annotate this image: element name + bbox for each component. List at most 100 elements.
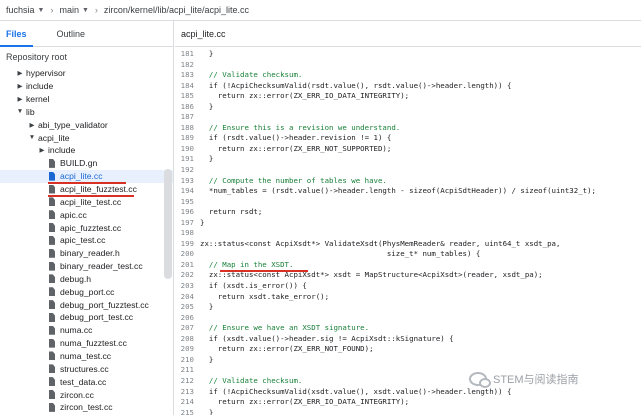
chevron-right-icon[interactable]: ▶ bbox=[38, 146, 46, 154]
tree-folder[interactable]: ▶ hypervisor bbox=[0, 67, 173, 80]
file-icon bbox=[48, 197, 56, 206]
tree-folder[interactable]: ▼ lib bbox=[0, 106, 173, 119]
tree-file[interactable]: zircon_test.cc bbox=[0, 401, 173, 414]
code-line: 190 return zx::error(ZX_ERR_NOT_SUPPORTE… bbox=[175, 144, 641, 155]
tree-file[interactable]: numa.cc bbox=[0, 324, 173, 337]
tree-scrollbar[interactable] bbox=[164, 169, 172, 279]
line-text[interactable]: *num_tables = (rsdt.value()->header.leng… bbox=[200, 186, 596, 197]
tree-file[interactable]: debug_port_test.cc bbox=[0, 311, 173, 324]
line-text[interactable]: // Map in the XSDT. bbox=[200, 260, 294, 271]
tab-files[interactable]: Files bbox=[0, 29, 33, 47]
tree-file[interactable]: binary_reader.h bbox=[0, 247, 173, 260]
tree-file[interactable]: zircon.cc bbox=[0, 388, 173, 401]
tree-folder[interactable]: ▼ acpi_lite bbox=[0, 131, 173, 144]
line-number: 199 bbox=[180, 238, 194, 248]
breadcrumb-project[interactable]: fuchsia ▼ bbox=[6, 5, 44, 15]
file-icon bbox=[48, 300, 56, 309]
tree-file[interactable]: structures.cc bbox=[0, 362, 173, 375]
chevron-right-icon[interactable]: ▶ bbox=[16, 82, 24, 90]
line-text[interactable]: } bbox=[200, 154, 213, 165]
tree-file[interactable]: numa_fuzztest.cc bbox=[0, 337, 173, 350]
repository-root-label[interactable]: Repository root bbox=[0, 47, 173, 67]
tree-file[interactable]: debug_port.cc bbox=[0, 285, 173, 298]
breadcrumb-branch-label: main bbox=[59, 5, 79, 15]
tree-file[interactable]: apic_test.cc bbox=[0, 234, 173, 247]
tree-folder[interactable]: ▶ include bbox=[0, 80, 173, 93]
line-text[interactable]: size_t* num_tables) { bbox=[200, 249, 480, 260]
line-text[interactable]: return xsdt.take_error(); bbox=[200, 292, 329, 303]
file-icon bbox=[48, 403, 56, 412]
tree-file[interactable]: acpi_lite.cc bbox=[0, 169, 173, 183]
tree-item-label: numa_test.cc bbox=[60, 350, 112, 361]
line-number: 214 bbox=[180, 397, 194, 407]
annotation-underline bbox=[48, 195, 134, 197]
line-text[interactable]: return zx::error(ZX_ERR_IO_DATA_INTEGRIT… bbox=[200, 91, 409, 102]
tree-folder[interactable]: ▶ include bbox=[0, 144, 173, 157]
tree-item-label: include bbox=[48, 145, 76, 156]
line-text[interactable]: // Compute the number of tables we have. bbox=[200, 176, 387, 187]
tree-folder[interactable]: ▶ abi_type_validator bbox=[0, 118, 173, 131]
file-icon bbox=[48, 249, 56, 258]
line-text[interactable]: if (!AcpiChecksumValid(rsdt.value(), rsd… bbox=[200, 81, 512, 92]
code-line: 213 if (!AcpiChecksumValid(xsdt.value(),… bbox=[175, 387, 641, 398]
line-text[interactable]: return zx::error(ZX_ERR_NOT_FOUND); bbox=[200, 344, 374, 355]
line-text[interactable]: } bbox=[200, 218, 204, 229]
line-text[interactable]: if (xsdt.value()->header.sig != AcpiXsdt… bbox=[200, 334, 454, 345]
code-line: 186 } bbox=[175, 102, 641, 113]
panel-tabs: Files Outline bbox=[0, 21, 173, 47]
tree-file[interactable]: acpi_lite_test.cc bbox=[0, 195, 173, 208]
line-text[interactable]: zx::status<const AcpiXsdt*> ValidateXsdt… bbox=[200, 239, 560, 250]
breadcrumb-path[interactable]: zircon/kernel/lib/acpi_lite/acpi_lite.cc bbox=[104, 5, 249, 15]
tab-outline[interactable]: Outline bbox=[51, 29, 92, 46]
code-line: 202 zx::status<const AcpiXsdt*> xsdt = M… bbox=[175, 270, 641, 281]
line-text[interactable]: zx::status<const AcpiXsdt*> xsdt = MapSt… bbox=[200, 270, 543, 281]
tree-file[interactable]: binary_reader_test.cc bbox=[0, 260, 173, 273]
chevron-down-icon[interactable]: ▼ bbox=[28, 134, 36, 141]
breadcrumb-branch[interactable]: main ▼ bbox=[59, 5, 88, 15]
code-line: 204 return xsdt.take_error(); bbox=[175, 292, 641, 303]
line-text[interactable]: } bbox=[200, 302, 213, 313]
wechat-icon bbox=[469, 372, 491, 388]
line-text[interactable]: } bbox=[200, 355, 213, 366]
line-number: 200 bbox=[180, 249, 194, 259]
tree-folder[interactable]: ▶ kernel bbox=[0, 93, 173, 106]
tree-file[interactable]: test_data.cc bbox=[0, 375, 173, 388]
tree-file[interactable]: apic.cc bbox=[0, 208, 173, 221]
tree-file[interactable]: acpi_lite_fuzztest.cc bbox=[0, 183, 173, 196]
code-line: 210 } bbox=[175, 355, 641, 366]
file-icon bbox=[48, 172, 56, 181]
tree-item-label: acpi_lite bbox=[38, 132, 70, 143]
tree-item-label: abi_type_validator bbox=[38, 119, 108, 130]
code-editor: acpi_lite.cc 181 } 182 183 // Validate che… bbox=[175, 21, 641, 415]
editor-file-tab[interactable]: acpi_lite.cc bbox=[175, 21, 641, 47]
line-number: 213 bbox=[180, 386, 194, 396]
line-text[interactable]: } bbox=[200, 408, 213, 415]
line-text[interactable]: return zx::error(ZX_ERR_NOT_SUPPORTED); bbox=[200, 144, 392, 155]
code-line: 187 bbox=[175, 112, 641, 123]
line-text[interactable]: // Ensure we have an XSDT signature. bbox=[200, 323, 369, 334]
line-text[interactable]: // Ensure this is a revision we understa… bbox=[200, 123, 400, 134]
chevron-down-icon[interactable]: ▼ bbox=[16, 108, 24, 115]
code-line: 181 } bbox=[175, 49, 641, 60]
chevron-right-icon[interactable]: ▶ bbox=[16, 95, 24, 103]
file-icon bbox=[48, 313, 56, 322]
line-text[interactable]: if (xsdt.is_error()) { bbox=[200, 281, 307, 292]
line-text[interactable]: } bbox=[200, 102, 213, 113]
line-number: 207 bbox=[180, 323, 194, 333]
chevron-right-icon[interactable]: ▶ bbox=[28, 121, 36, 129]
file-icon bbox=[48, 223, 56, 232]
chevron-right-icon[interactable]: ▶ bbox=[16, 69, 24, 77]
file-icon bbox=[48, 377, 56, 386]
tree-file[interactable]: debug.h bbox=[0, 273, 173, 286]
line-text[interactable]: if (!AcpiChecksumValid(xsdt.value(), xsd… bbox=[200, 387, 512, 398]
line-text[interactable]: } bbox=[200, 49, 213, 60]
line-text[interactable]: if (rsdt.value()->header.revision != 1) … bbox=[200, 133, 391, 144]
tree-file[interactable]: numa_test.cc bbox=[0, 350, 173, 363]
tree-file[interactable]: apic_fuzztest.cc bbox=[0, 221, 173, 234]
line-text[interactable]: return zx::error(ZX_ERR_IO_DATA_INTEGRIT… bbox=[200, 397, 409, 408]
tree-file[interactable]: BUILD.gn bbox=[0, 157, 173, 170]
line-text[interactable]: // Validate checksum. bbox=[200, 70, 302, 81]
line-text[interactable]: return rsdt; bbox=[200, 207, 262, 218]
tree-file[interactable]: debug_port_fuzztest.cc bbox=[0, 298, 173, 311]
line-text[interactable]: // Validate checksum. bbox=[200, 376, 302, 387]
